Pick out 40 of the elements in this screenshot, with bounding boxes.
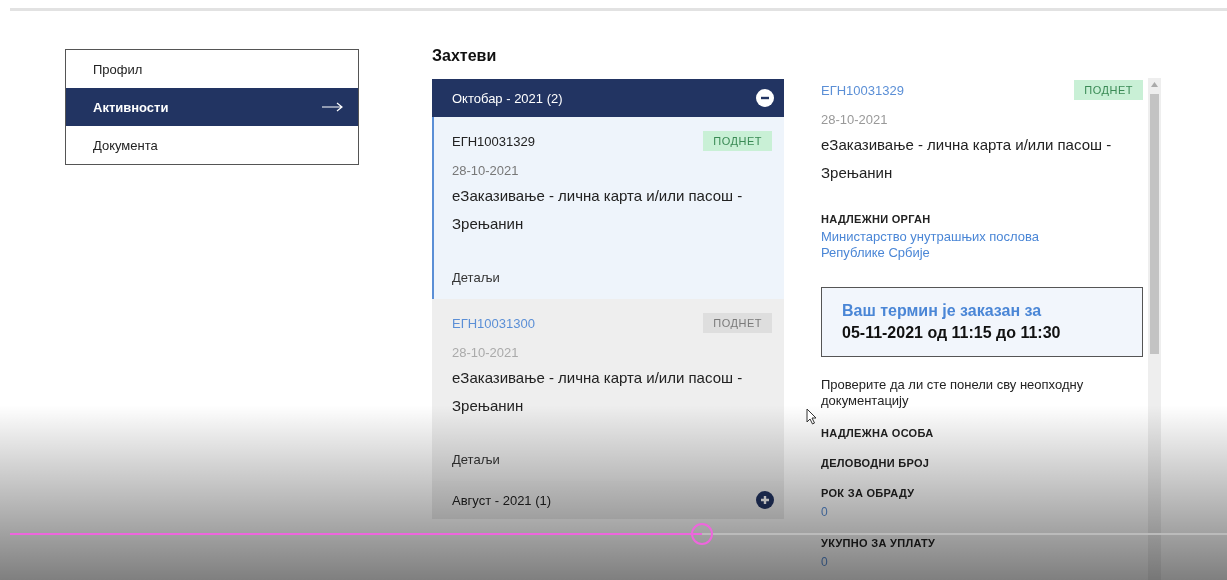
minus-icon[interactable] — [756, 89, 774, 107]
field-value: 0 — [821, 505, 829, 519]
field-value: 0 — [821, 555, 829, 569]
request-date: 28-10-2021 — [452, 163, 520, 178]
request-id: ЕГН10031329 — [821, 82, 904, 98]
status-badge: ПОДНЕТ — [703, 131, 772, 151]
section-title: Захтеви — [432, 47, 498, 65]
plus-icon[interactable] — [756, 491, 774, 509]
request-card[interactable]: ЕГН10031300 ПОДНЕТ 28-10-2021 еЗаказивање - лична карта и/или пасош - Зрењанин Детаљи — [432, 299, 784, 481]
request-title: еЗаказивање - лична карта и/или пасош - Зрењанин — [452, 368, 744, 416]
scrollbar[interactable] — [1148, 78, 1161, 580]
request-date: 28-10-2021 — [821, 112, 889, 127]
request-card[interactable]: ЕГН10031329 ПОДНЕТ 28-10-2021 еЗаказивање - лична карта и/или пасош - Зрењанин Детаљи — [432, 117, 784, 299]
note-text: Проверите да ли сте понели сву неопходну документацију — [821, 377, 1085, 409]
request-title: еЗаказивање - лична карта и/или пасош - Зрењанин — [821, 135, 1113, 183]
request-id: ЕГН10031329 — [452, 133, 535, 149]
sidebar-item[interactable]: Профил — [66, 50, 358, 88]
field-label: РОК ЗА ОБРАДУ — [821, 487, 916, 499]
accordion-header[interactable]: Август - 2021 (1) — [432, 481, 784, 519]
arrow-icon — [322, 102, 344, 112]
request-date: 28-10-2021 — [452, 345, 520, 360]
appointment-time: 05-11-2021 од 11:15 до 11:30 — [842, 324, 1062, 342]
up-arrow-icon[interactable] — [1151, 82, 1158, 87]
progress-handle[interactable] — [691, 523, 714, 545]
sidebar-item[interactable]: Активности — [66, 88, 358, 126]
authority-link[interactable]: Министарство унутрашњих послова Републике Србије — [821, 229, 1081, 261]
field-label: НАДЛЕЖНИ ОРГАН — [821, 213, 932, 225]
status-badge: ПОДНЕТ — [1074, 80, 1143, 100]
field-label: УКУПНО ЗА УПЛАТУ — [821, 537, 937, 549]
sidebar-item[interactable]: Документа — [66, 126, 358, 164]
field-label: ДЕЛОВОДНИ БРОЈ — [821, 457, 931, 469]
appointment-heading: Ваш термин је заказан за — [842, 302, 1043, 320]
field-label: НАДЛЕЖНА ОСОБА — [821, 427, 935, 439]
details-link[interactable]: Детаљи — [452, 452, 772, 467]
details-link[interactable]: Детаљи — [452, 270, 772, 285]
accordion-header[interactable]: Октобар - 2021 (2) — [432, 79, 784, 117]
status-badge: ПОДНЕТ — [703, 313, 772, 333]
cursor-icon — [806, 408, 818, 425]
request-id: ЕГН10031300 — [452, 315, 535, 331]
request-title: еЗаказивање - лична карта и/или пасош - Зрењанин — [452, 186, 744, 234]
